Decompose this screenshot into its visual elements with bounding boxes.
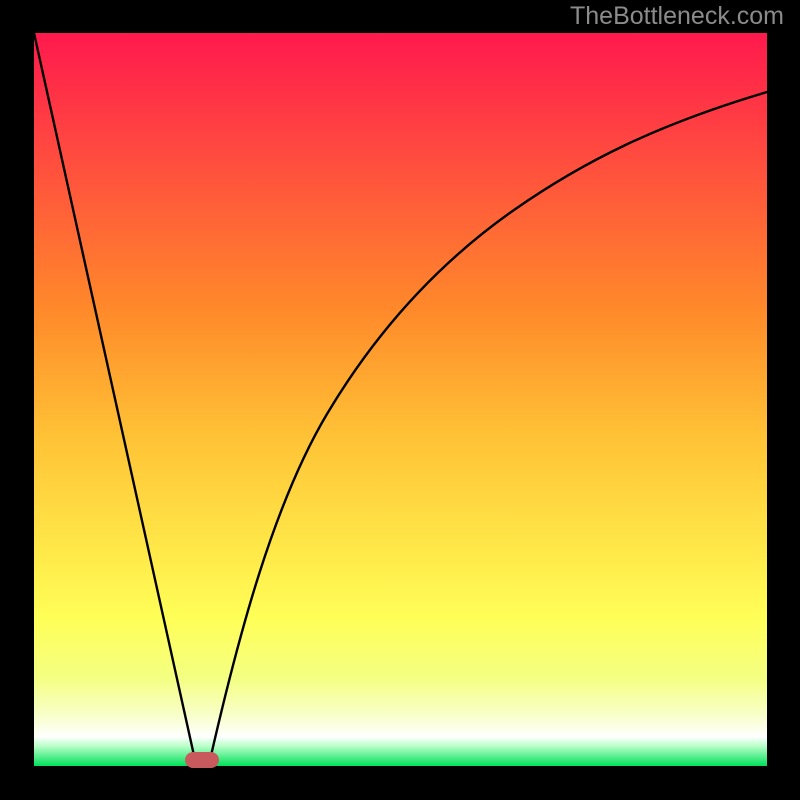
watermark-text: TheBottleneck.com [570, 2, 784, 31]
chart-svg [34, 33, 767, 766]
optimal-region-marker [185, 752, 219, 768]
gradient-bg [34, 33, 767, 766]
chart-frame: TheBottleneck.com [0, 0, 800, 800]
plot-area [34, 33, 767, 766]
